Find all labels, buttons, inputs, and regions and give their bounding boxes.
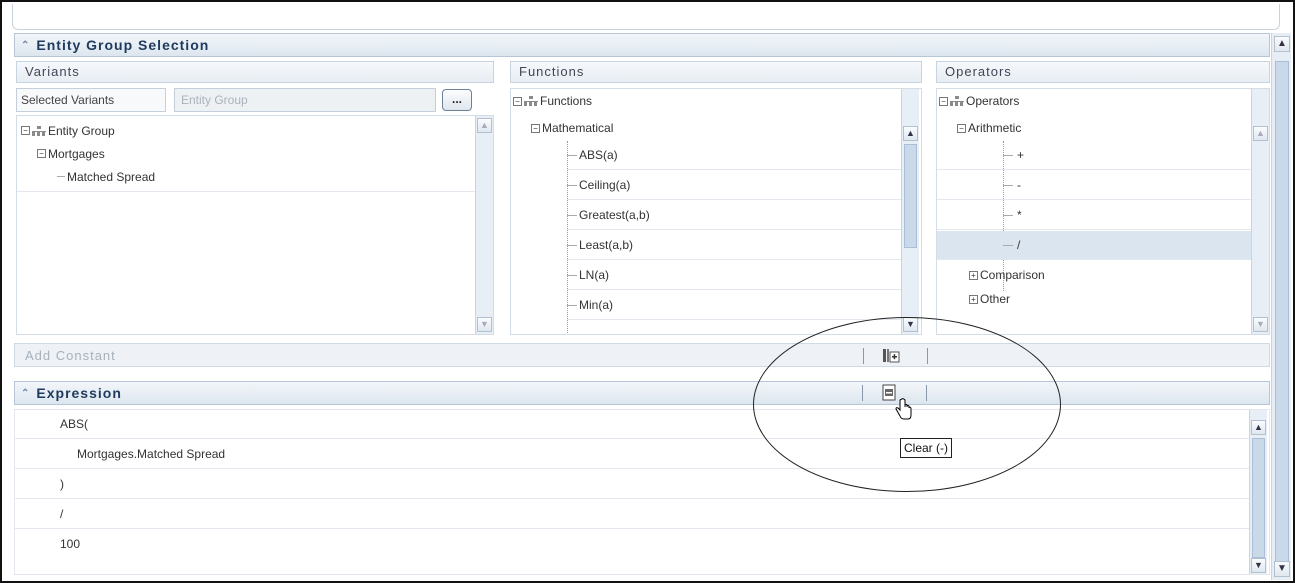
variants-tree-panel: − Entity Group − Mortgages Matched Sprea… — [16, 115, 494, 335]
scroll-down-icon[interactable]: ▼ — [477, 317, 492, 332]
entity-group-section-header[interactable]: ⌃ Entity Group Selection — [14, 33, 1270, 57]
functions-scrollbar[interactable]: ▲ ▼ — [901, 89, 919, 334]
function-item[interactable]: Least(a,b) — [567, 231, 903, 260]
scroll-down-icon[interactable]: ▼ — [1274, 561, 1290, 577]
scroll-up-icon[interactable]: ▲ — [1274, 36, 1290, 52]
tree-node-comparison[interactable]: + Comparison — [937, 263, 1251, 287]
browse-button[interactable]: ... — [442, 89, 472, 111]
hierarchy-icon — [524, 96, 538, 106]
tree-node-functions[interactable]: − Functions — [511, 89, 903, 113]
collapse-toggle-icon[interactable]: − — [957, 123, 966, 133]
function-item[interactable]: Ceiling(a) — [567, 171, 903, 200]
variants-scrollbar[interactable]: ▲ ▼ — [475, 116, 493, 334]
scroll-down-icon[interactable]: ▼ — [1253, 317, 1268, 332]
functions-tree-panel: − Functions − Mathematical ABS(a) Ceilin… — [510, 88, 922, 335]
scroll-up-icon[interactable]: ▲ — [1253, 126, 1268, 141]
entity-group-input[interactable]: Entity Group — [174, 88, 436, 112]
expression-line[interactable]: Mortgages.Matched Spread — [15, 440, 1249, 469]
variants-header: Variants — [16, 61, 494, 83]
operators-header: Operators — [936, 61, 1270, 83]
tree-node-matched-spread[interactable]: Matched Spread — [17, 162, 475, 192]
collapse-icon[interactable]: ⌃ — [21, 40, 30, 51]
collapse-icon[interactable]: ⌃ — [21, 388, 30, 399]
scroll-down-icon[interactable]: ▼ — [1251, 558, 1266, 573]
expression-line[interactable]: 100 — [15, 530, 1249, 559]
operators-scrollbar[interactable]: ▲ ▼ — [1251, 89, 1269, 334]
operator-item-selected[interactable]: / — [937, 231, 1255, 260]
functions-header: Functions — [510, 61, 922, 83]
clear-tooltip: Clear (-) — [900, 438, 952, 458]
function-item[interactable]: Greatest(a,b) — [567, 201, 903, 230]
tree-node-operators[interactable]: − Operators — [937, 89, 1251, 113]
hierarchy-icon — [950, 96, 964, 106]
operator-item[interactable]: + — [937, 141, 1251, 170]
hierarchy-icon — [32, 125, 46, 136]
collapse-toggle-icon[interactable]: − — [21, 126, 30, 135]
expression-line[interactable]: / — [15, 500, 1249, 529]
section-title: Expression — [36, 385, 122, 401]
tree-node-mathematical[interactable]: − Mathematical — [511, 116, 903, 140]
tree-connector — [57, 176, 65, 177]
scroll-up-icon[interactable]: ▲ — [477, 118, 492, 133]
tree-node-other[interactable]: + Other — [937, 287, 1251, 311]
constant-toolbar: Add Constant — [14, 343, 1270, 367]
scroll-thumb[interactable] — [1252, 438, 1265, 558]
expand-toggle-icon[interactable]: + — [969, 270, 978, 280]
scroll-up-icon[interactable]: ▲ — [1251, 420, 1266, 435]
scroll-up-icon[interactable]: ▲ — [903, 126, 918, 141]
function-item[interactable]: LN(a) — [567, 261, 903, 290]
scroll-thumb[interactable] — [904, 144, 917, 248]
function-item[interactable]: Min(a) — [567, 291, 903, 320]
operator-item[interactable]: * — [937, 201, 1251, 230]
collapse-toggle-icon[interactable]: − — [513, 96, 522, 106]
section-title: Entity Group Selection — [36, 37, 210, 53]
collapse-toggle-icon[interactable]: − — [37, 149, 46, 158]
expression-panel: ABS( Mortgages.Matched Spread ) / 100 ▲ … — [14, 409, 1270, 575]
collapse-toggle-icon[interactable]: − — [939, 96, 948, 106]
top-bar — [12, 4, 1280, 30]
operator-item[interactable]: - — [937, 171, 1251, 200]
main-area: ⌃ Entity Group Selection Variants Functi… — [14, 33, 1270, 575]
expression-scrollbar[interactable]: ▲ ▼ — [1249, 410, 1267, 574]
hand-cursor-icon — [893, 398, 913, 422]
scroll-thumb[interactable] — [1275, 61, 1289, 571]
expression-line[interactable]: ABS( — [15, 410, 1249, 439]
collapse-toggle-icon[interactable]: − — [531, 123, 540, 133]
tree-node-arithmetic[interactable]: − Arithmetic — [937, 116, 1251, 140]
selected-variants-label: Selected Variants — [16, 88, 166, 112]
expression-section-header[interactable]: ⌃ Expression — [14, 381, 1270, 405]
operators-tree-panel: − Operators − Arithmetic + - * / + Compa… — [936, 88, 1270, 335]
expand-toggle-icon[interactable]: + — [969, 294, 978, 304]
add-constant-label: Add Constant — [25, 348, 116, 363]
expression-line[interactable]: ) — [15, 470, 1249, 499]
function-item[interactable]: ABS(a) — [567, 141, 903, 170]
page-scrollbar[interactable]: ▲ ▼ — [1271, 33, 1291, 580]
